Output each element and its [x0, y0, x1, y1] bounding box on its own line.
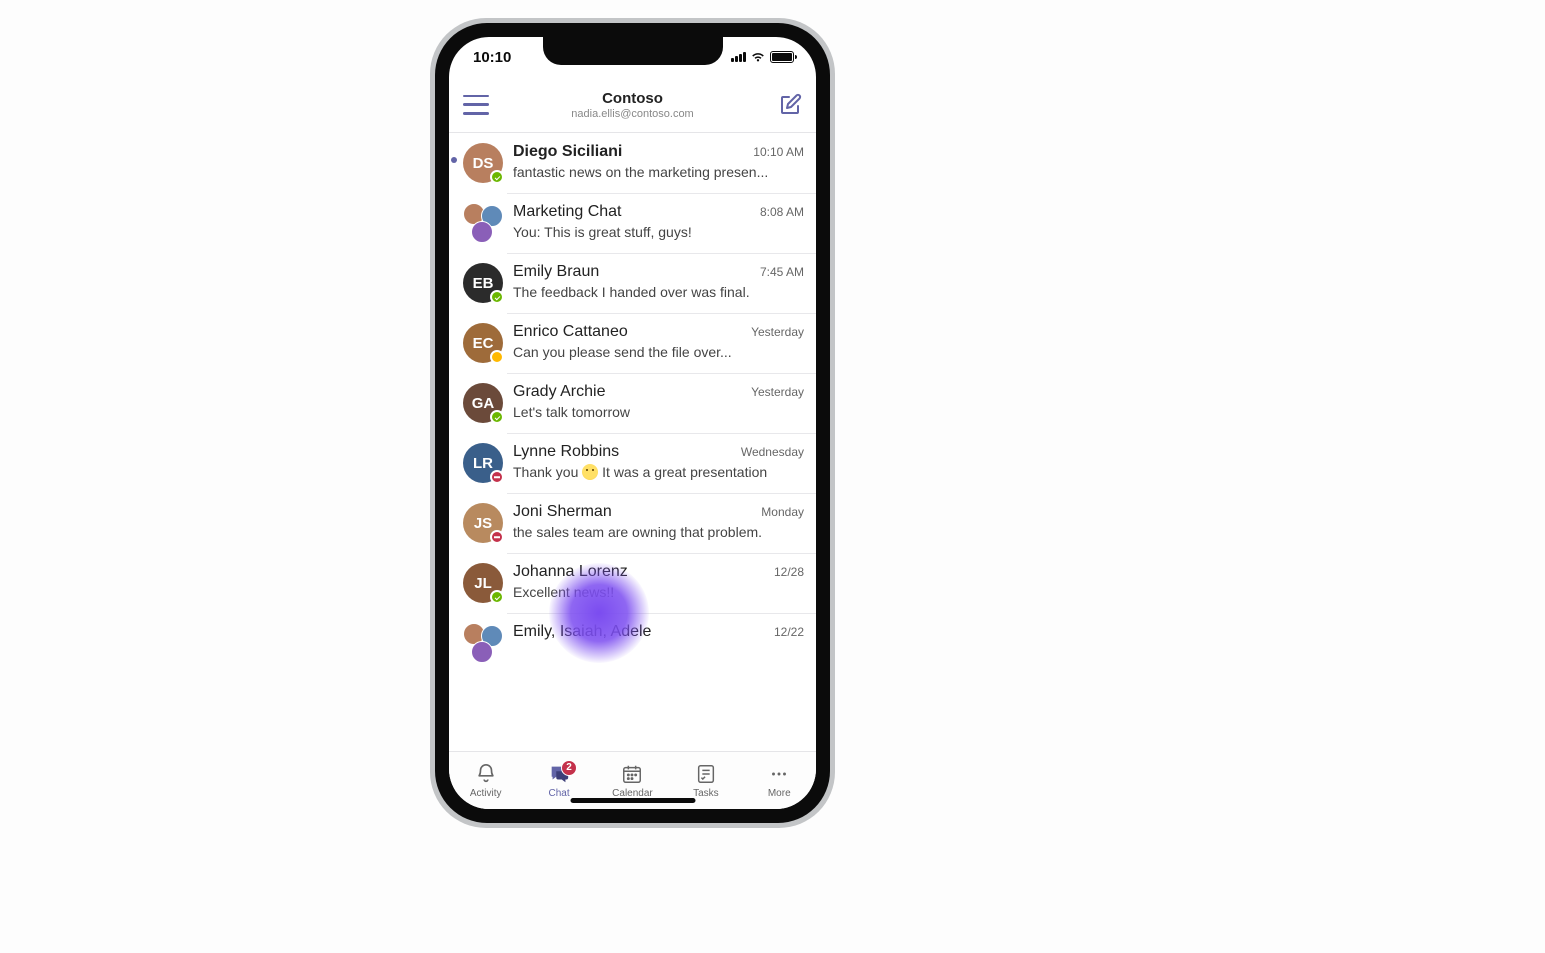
chat-body: Johanna Lorenz 12/28 Excellent news!! — [513, 563, 804, 600]
app-header: Contoso nadia.ellis@contoso.com — [449, 77, 816, 133]
avatar: JS — [463, 503, 503, 543]
presence-indicator — [490, 530, 504, 544]
chat-time: 12/22 — [774, 625, 804, 639]
chat-name: Emily, Isaiah, Adele — [513, 623, 651, 641]
presence-indicator — [490, 470, 504, 484]
cellular-signal-icon — [731, 52, 746, 62]
chat-time: Wednesday — [741, 445, 804, 459]
presence-indicator — [490, 170, 504, 184]
chat-row[interactable]: Marketing Chat 8:08 AM You: This is great … — [449, 193, 816, 253]
avatar-group — [463, 203, 503, 243]
avatar: DS — [463, 143, 503, 183]
chat-preview: Can you please send the file over... — [513, 344, 804, 360]
chat-time: Yesterday — [751, 325, 804, 339]
home-indicator[interactable] — [570, 798, 695, 803]
header-title-block: Contoso nadia.ellis@contoso.com — [571, 90, 693, 120]
chat-preview: You: This is great stuff, guys! — [513, 224, 804, 240]
emoji-icon — [582, 464, 598, 480]
chat-body: Grady Archie Yesterday Let's talk tomorrow — [513, 383, 804, 420]
chat-badge: 2 — [561, 760, 577, 776]
chat-preview: Let's talk tomorrow — [513, 404, 804, 420]
battery-icon — [770, 51, 794, 63]
chat-preview: fantastic news on the marketing presen..… — [513, 164, 804, 180]
status-indicators — [731, 51, 794, 63]
phone-frame: 10:10 Contoso nadia.ellis@contoso.com — [435, 23, 830, 823]
tab-activity[interactable]: Activity — [456, 763, 516, 799]
notch — [543, 37, 723, 65]
chat-name: Enrico Cattaneo — [513, 323, 628, 341]
avatar: EC — [463, 323, 503, 363]
tab-label: Chat — [549, 788, 570, 799]
chat-time: Yesterday — [751, 385, 804, 399]
chat-name: Emily Braun — [513, 263, 599, 281]
tab-more[interactable]: More — [749, 763, 809, 799]
chat-name: Lynne Robbins — [513, 443, 619, 461]
avatar-group — [463, 623, 503, 663]
chat-row[interactable]: Emily, Isaiah, Adele 12/22 — [449, 613, 816, 673]
avatar: EB — [463, 263, 503, 303]
chat-row[interactable]: JS Joni Sherman Monday the sales team are o… — [449, 493, 816, 553]
wifi-icon — [750, 51, 766, 63]
chat-preview: Thank you It was a great presentation — [513, 464, 804, 480]
chat-time: 12/28 — [774, 565, 804, 579]
presence-indicator — [490, 350, 504, 364]
chat-row[interactable]: EC Enrico Cattaneo Yesterday Can you please… — [449, 313, 816, 373]
chat-preview: Excellent news!! — [513, 584, 804, 600]
chat-row[interactable]: DS Diego Siciliani 10:10 AM fantastic news … — [449, 133, 816, 193]
tab-bar: Activity 2 Chat Calendar Tasks Mor — [449, 751, 816, 809]
tab-chat[interactable]: 2 Chat — [529, 763, 589, 799]
chat-row[interactable]: GA Grady Archie Yesterday Let's talk tomorr… — [449, 373, 816, 433]
chat-body: Emily, Isaiah, Adele 12/22 — [513, 623, 804, 644]
chat-name: Grady Archie — [513, 383, 605, 401]
user-email: nadia.ellis@contoso.com — [571, 108, 693, 120]
phone-device: 10:10 Contoso nadia.ellis@contoso.com — [430, 18, 835, 828]
avatar: GA — [463, 383, 503, 423]
avatar: LR — [463, 443, 503, 483]
chat-body: Joni Sherman Monday the sales team are own… — [513, 503, 804, 540]
chat-list[interactable]: DS Diego Siciliani 10:10 AM fantastic news … — [449, 133, 816, 751]
menu-button[interactable] — [463, 95, 489, 115]
chat-name: Diego Siciliani — [513, 143, 622, 161]
tab-calendar[interactable]: Calendar — [602, 763, 662, 799]
chat-name: Joni Sherman — [513, 503, 612, 521]
avatar: JL — [463, 563, 503, 603]
screen: 10:10 Contoso nadia.ellis@contoso.com — [449, 37, 816, 809]
presence-indicator — [490, 290, 504, 304]
chat-preview: the sales team are owning that problem. — [513, 524, 804, 540]
unread-indicator — [451, 157, 457, 163]
chat-row[interactable]: LR Lynne Robbins Wednesday Thank you It was… — [449, 433, 816, 493]
org-name: Contoso — [571, 90, 693, 107]
tab-label: Tasks — [693, 788, 719, 799]
chat-row[interactable]: EB Emily Braun 7:45 AM The feedback I hande… — [449, 253, 816, 313]
chat-name: Johanna Lorenz — [513, 563, 628, 581]
chat-preview: The feedback I handed over was final. — [513, 284, 804, 300]
chat-time: Monday — [761, 505, 804, 519]
chat-name: Marketing Chat — [513, 203, 622, 221]
tab-label: More — [768, 788, 791, 799]
chat-body: Emily Braun 7:45 AM The feedback I handed … — [513, 263, 804, 300]
presence-indicator — [490, 410, 504, 424]
presence-indicator — [490, 590, 504, 604]
tab-label: Calendar — [612, 788, 653, 799]
tab-tasks[interactable]: Tasks — [676, 763, 736, 799]
chat-row[interactable]: JL Johanna Lorenz 12/28 Excellent news!! — [449, 553, 816, 613]
status-time: 10:10 — [473, 49, 511, 66]
chat-time: 8:08 AM — [760, 205, 804, 219]
chat-body: Marketing Chat 8:08 AM You: This is great … — [513, 203, 804, 240]
chat-body: Diego Siciliani 10:10 AM fantastic news on… — [513, 143, 804, 180]
chat-time: 10:10 AM — [753, 145, 804, 159]
chat-body: Lynne Robbins Wednesday Thank you It was a… — [513, 443, 804, 480]
chat-body: Enrico Cattaneo Yesterday Can you please s… — [513, 323, 804, 360]
chat-time: 7:45 AM — [760, 265, 804, 279]
compose-button[interactable] — [778, 93, 802, 117]
tab-label: Activity — [470, 788, 502, 799]
